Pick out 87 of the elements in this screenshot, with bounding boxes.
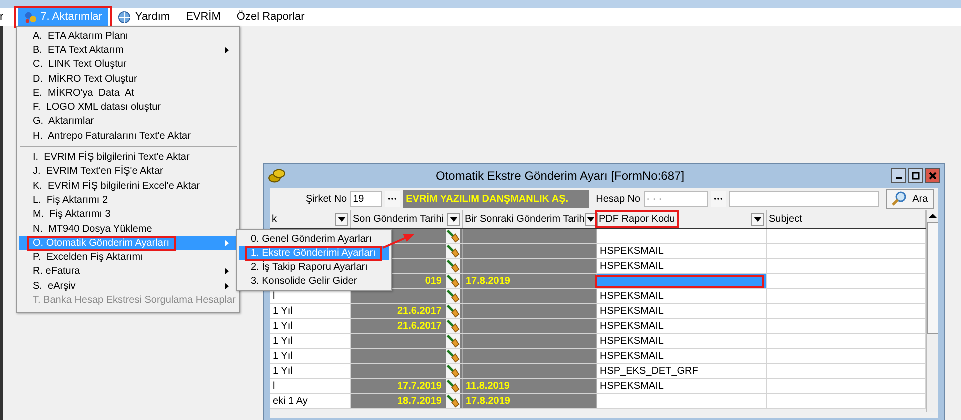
brush-icon[interactable] <box>446 274 460 288</box>
table-cell: 1 Yıl <box>270 334 351 348</box>
table-cell: 21.6.2017 <box>351 304 463 318</box>
minimize-icon <box>896 177 902 179</box>
table-cell: HSPEKSMAIL <box>597 349 767 363</box>
table-cell: 1 Yıl <box>270 304 351 318</box>
column-header[interactable]: k <box>270 210 351 228</box>
menu-bar-item[interactable]: Yardım <box>112 8 176 26</box>
menu-bar-item[interactable]: Özel Raporlar <box>230 8 311 26</box>
search-icon <box>890 191 907 207</box>
table-cell: 21.6.2017 <box>351 319 463 333</box>
menu-item[interactable]: 0. Genel Gönderim Ayarları <box>239 232 389 246</box>
menu-item[interactable]: N. MT940 Dosya Yükleme <box>19 222 237 236</box>
dots-icon <box>714 197 723 201</box>
table-cell: 17.8.2019 <box>463 274 597 288</box>
brush-icon[interactable] <box>446 319 460 333</box>
table-cell: HSPEKSMAIL <box>597 379 767 393</box>
company-name: EVRİM YAZILIM DANŞMANLIK AŞ. <box>403 190 590 208</box>
table-cell: 18.7.2019 <box>351 394 463 408</box>
brush-icon[interactable] <box>446 304 460 318</box>
table-cell: 11.8.2019 <box>463 379 597 393</box>
menu-bar-item[interactable]: EVRİM <box>180 8 227 26</box>
table-cell: HSPEKSMAIL <box>597 244 767 258</box>
column-header[interactable]: Bir Sonraki Gönderim Tarih <box>463 210 597 228</box>
brush-icon[interactable] <box>446 364 460 378</box>
close-icon <box>928 170 938 180</box>
close-button[interactable] <box>925 168 940 183</box>
dots-icon <box>388 197 398 201</box>
brush-icon[interactable] <box>446 334 460 348</box>
menu-item[interactable]: C. LINK Text Oluştur <box>19 58 237 72</box>
table-cell: HSPEKSMAIL <box>597 334 767 348</box>
menu-item[interactable]: G. Aktarımlar <box>19 114 237 130</box>
brush-icon[interactable] <box>446 244 460 258</box>
table-cell: eki 1 Ay <box>270 394 351 408</box>
table-cell: 1 Yıl <box>270 364 351 378</box>
menu-item[interactable]: M. Fiş Aktarımı 3 <box>19 208 237 222</box>
brush-icon[interactable] <box>446 289 460 303</box>
company-label: Şirket No <box>306 194 348 204</box>
company-no-field[interactable]: 19 <box>350 191 382 207</box>
menu-item[interactable]: S. eArşiv <box>19 279 237 294</box>
lookup-button[interactable] <box>710 191 726 207</box>
table-cell: 1 Yıl <box>270 349 351 363</box>
table-cell: l <box>270 379 351 393</box>
menu-item[interactable]: B. ETA Text Aktarım <box>19 43 237 58</box>
menu-item[interactable]: 2. İş Takip Raporu Ayarları <box>239 260 389 274</box>
table-cell: 1 Yıl <box>270 319 351 333</box>
table-cell: HSPEKSMAIL <box>597 289 767 303</box>
menu-item[interactable]: F. LOGO XML datası oluştur <box>19 100 237 115</box>
window-title: Otomatik Ekstre Gönderim Ayarı [FormNo:687] <box>436 169 685 183</box>
menu-item[interactable]: P. Excelden Fiş Aktarımı <box>19 250 237 265</box>
search-button[interactable]: Ara <box>886 189 934 209</box>
menu-item[interactable]: I. EVRIM FİŞ bilgilerini Text'e Aktar <box>19 150 237 165</box>
maximize-icon <box>910 170 920 180</box>
submenu-arrow-icon <box>225 46 229 54</box>
table-cell: HSP_EKS_DET_GRF <box>597 364 767 378</box>
menu-item[interactable]: K. EVRİM FİŞ bilgilerini Excel'e Aktar <box>19 178 237 194</box>
annotation-arrow <box>382 234 415 249</box>
submenu-arrow-icon <box>225 240 229 247</box>
maximize-button[interactable] <box>908 168 923 183</box>
menu-item[interactable]: E. MİKRO'ya Data At <box>19 86 237 100</box>
minimize-button[interactable] <box>891 168 906 183</box>
brush-icon[interactable] <box>446 229 460 243</box>
table-cell: 17.7.2019 <box>351 379 463 393</box>
lookup-button[interactable] <box>385 191 400 207</box>
account-name-field[interactable] <box>728 191 879 207</box>
brush-icon[interactable] <box>446 259 460 273</box>
table-cell: HSPEKSMAIL <box>597 259 767 273</box>
table-cell: HSPEKSMAIL <box>597 304 767 318</box>
column-header[interactable]: Son Gönderim Tarihi <box>351 210 463 228</box>
menu-item[interactable]: H. Antrepo Faturalarını Text'e Aktar <box>19 129 237 144</box>
brush-icon[interactable] <box>446 379 460 393</box>
brush-icon[interactable] <box>446 349 460 363</box>
menu-item[interactable]: R. eFatura <box>19 264 237 280</box>
menu-item[interactable]: D. MİKRO Text Oluştur <box>19 72 237 86</box>
table-cell: 17.8.2019 <box>463 394 597 408</box>
scrollbar[interactable] <box>926 210 938 412</box>
globe-icon <box>118 10 132 24</box>
menu-item[interactable]: J. EVRIM Text'en FİŞ'e Aktar <box>19 164 237 179</box>
account-label: Hesap No <box>596 194 641 204</box>
menu-bar-item[interactable]: r <box>0 8 6 26</box>
gears-icon <box>24 10 37 24</box>
menu-item[interactable]: A. ETA Aktarım Planı <box>19 29 237 44</box>
menu-item[interactable]: L. Fiş Aktarımı 2 <box>19 193 237 208</box>
table-cell: HSPEKSMAIL <box>597 319 767 333</box>
account-no-field[interactable]: · · · <box>644 191 708 207</box>
brush-icon[interactable] <box>446 394 460 408</box>
coins-icon <box>268 168 286 184</box>
